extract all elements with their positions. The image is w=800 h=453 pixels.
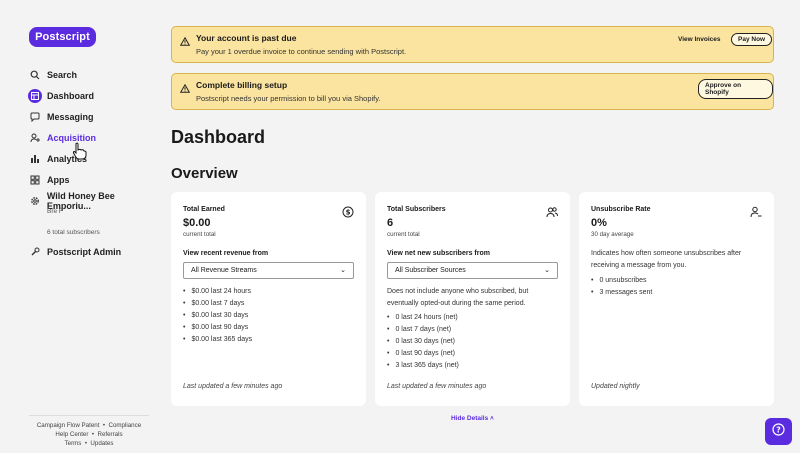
select-value: All Revenue Streams: [191, 267, 257, 274]
card-value: $0.00: [183, 217, 211, 229]
card-title: Total Subscribers: [387, 206, 446, 213]
sidebar-item-label: Search: [47, 70, 78, 80]
card-title: Total Earned: [183, 206, 225, 213]
list-item: $0.00 last 90 days: [183, 322, 252, 334]
postscript-logo[interactable]: Postscript: [29, 27, 96, 47]
warning-icon: [179, 33, 191, 51]
dashboard-icon: [28, 89, 42, 103]
wrench-icon: [29, 246, 41, 258]
revenue-source-select[interactable]: All Revenue Streams ⌄: [183, 262, 354, 279]
acquisition-icon: [29, 132, 41, 144]
sidebar-item-label: Postscript Admin: [47, 247, 122, 257]
bar-chart-icon: [29, 153, 41, 165]
sidebar-item-messaging[interactable]: Messaging: [29, 109, 94, 125]
subscriber-source-select[interactable]: All Subscriber Sources ⌄: [387, 262, 558, 279]
footer-link-terms[interactable]: Terms: [65, 440, 82, 447]
banner-title: Your account is past due: [196, 33, 297, 43]
unsubscribe-list: 0 unsubscribes 3 messages sent: [591, 275, 652, 299]
sidebar-item-shop-settings[interactable]: Wild Honey Bee Emporiu...: [29, 191, 160, 211]
list-item: 3 messages sent: [591, 287, 652, 299]
list-item: $0.00 last 7 days: [183, 298, 252, 310]
section-title: Overview: [171, 165, 238, 182]
users-icon: [546, 205, 558, 223]
chevron-down-icon: ⌄: [340, 267, 346, 274]
list-item: 0 last 24 hours (net): [387, 312, 459, 324]
card-description: Indicates how often someone unsubscribes…: [591, 250, 742, 269]
list-item: $0.00 last 30 days: [183, 310, 252, 322]
footer-links: Campaign Flow Patent • Compliance Help C…: [36, 422, 142, 447]
select-value: All Subscriber Sources: [395, 267, 466, 274]
total-earned-card: Total Earned $0.00 current total $ View …: [171, 192, 366, 406]
pay-now-button[interactable]: Pay Now: [731, 33, 773, 46]
svg-text:?: ?: [776, 425, 781, 434]
chat-icon: [29, 111, 41, 123]
warning-icon: [179, 80, 191, 98]
sidebar-item-apps[interactable]: Apps: [29, 172, 70, 188]
list-item: $0.00 last 365 days: [183, 334, 252, 346]
revenue-list: $0.00 last 24 hours $0.00 last 7 days $0…: [183, 286, 252, 346]
page-title: Dashboard: [171, 127, 266, 147]
card-subtitle: current total: [387, 231, 420, 238]
hide-details-label: Hide Details: [451, 415, 489, 422]
footer-link-referrals[interactable]: Referrals: [97, 431, 122, 438]
subscriber-list: 0 last 24 hours (net) 0 last 7 days (net…: [387, 312, 459, 372]
list-item: 3 last 365 days (net): [387, 360, 458, 372]
last-updated: Last updated a few minutes ago: [387, 383, 487, 390]
hand-pointer-cursor-icon: [72, 142, 88, 165]
list-item: 0 last 7 days (net): [387, 324, 459, 336]
card-description: Does not include anyone who subscribed, …: [387, 288, 529, 307]
footer-link-patent[interactable]: Campaign Flow Patent: [37, 422, 100, 429]
sidebar-item-label: Dashboard: [47, 91, 95, 101]
search-icon: [29, 69, 41, 81]
shop-user-name: Bre F: [47, 208, 63, 215]
subscriber-count: 6 total subscribers: [47, 229, 100, 236]
last-updated: Updated nightly: [591, 383, 640, 390]
list-item: $0.00 last 24 hours: [183, 286, 252, 298]
footer-link-help[interactable]: Help Center: [55, 431, 88, 438]
question-icon: ?: [772, 422, 785, 441]
sidebar-item-search[interactable]: Search: [29, 67, 77, 83]
help-button[interactable]: ?: [765, 418, 792, 445]
sidebar: Postscript Search Dashboard Messaging Ac…: [0, 0, 160, 453]
sidebar-divider: [29, 415, 149, 416]
banner-text: Postscript needs your permission to bill…: [196, 94, 381, 103]
sidebar-item-postscript-admin[interactable]: Postscript Admin: [29, 244, 121, 260]
select-label: View recent revenue from: [183, 250, 269, 257]
sidebar-item-label: Messaging: [47, 112, 94, 122]
user-minus-icon: [750, 205, 762, 223]
apps-grid-icon: [29, 174, 41, 186]
view-invoices-link[interactable]: View Invoices: [678, 36, 721, 43]
dollar-circle-icon: $: [342, 205, 354, 223]
sidebar-item-label: Apps: [47, 175, 70, 185]
footer-link-compliance[interactable]: Compliance: [108, 422, 141, 429]
list-item: 0 last 90 days (net): [387, 348, 459, 360]
list-item: 0 last 30 days (net): [387, 336, 459, 348]
sidebar-item-label: Wild Honey Bee Emporiu...: [46, 191, 115, 211]
svg-text:$: $: [346, 209, 351, 217]
card-subtitle: 30 day average: [591, 231, 634, 238]
last-updated: Last updated a few minutes ago: [183, 383, 283, 390]
gear-icon: [29, 195, 41, 207]
card-value: 6: [387, 217, 394, 229]
banner-text: Pay your 1 overdue invoice to continue s…: [196, 47, 407, 56]
chevron-up-icon: ˄: [490, 415, 494, 422]
card-value: 0%: [591, 217, 607, 229]
banner-title: Complete billing setup: [196, 80, 288, 90]
select-label: View net new subscribers from: [387, 250, 490, 257]
chevron-down-icon: ⌄: [544, 267, 550, 274]
card-title: Unsubscribe Rate: [591, 206, 651, 213]
past-due-banner: Your account is past due Pay your 1 over…: [171, 26, 774, 63]
total-subscribers-card: Total Subscribers 6 current total View n…: [375, 192, 570, 406]
sidebar-item-dashboard[interactable]: Dashboard: [28, 88, 95, 104]
footer-link-updates[interactable]: Updates: [90, 440, 113, 447]
card-subtitle: current total: [183, 231, 216, 238]
list-item: 0 unsubscribes: [591, 275, 652, 287]
billing-setup-banner: Complete billing setup Postscript needs …: [171, 73, 774, 110]
approve-on-shopify-button[interactable]: Approve on Shopify: [698, 79, 773, 99]
unsubscribe-rate-card: Unsubscribe Rate 0% 30 day average Indic…: [579, 192, 774, 406]
hide-details-toggle[interactable]: Hide Details ˄: [451, 415, 494, 422]
